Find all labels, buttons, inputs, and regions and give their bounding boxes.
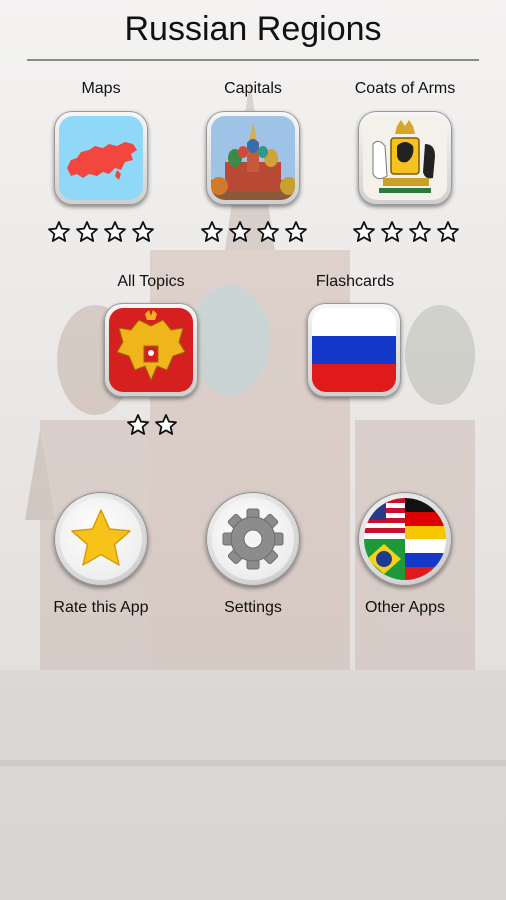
star-outline-icon (76, 221, 98, 242)
star-outline-icon (201, 221, 223, 242)
capitals-label: Capitals (224, 80, 282, 97)
star-outline-icon (229, 221, 251, 242)
star-icon (60, 498, 142, 580)
star-outline-icon (48, 221, 70, 242)
other-apps-button[interactable] (358, 492, 452, 586)
capitals-button[interactable] (206, 111, 300, 205)
star-outline-icon (353, 221, 375, 242)
star-outline-icon (132, 221, 154, 242)
all-topics-stars (126, 413, 178, 437)
flashcards-label: Flashcards (315, 273, 395, 290)
star-outline-icon (127, 414, 149, 435)
flashcards-button[interactable] (307, 303, 401, 397)
russian-flag-icon (312, 308, 396, 392)
maps-button[interactable] (54, 111, 148, 205)
maps-label: Maps (81, 80, 121, 97)
star-outline-icon (155, 414, 177, 435)
title-divider (27, 59, 479, 61)
rate-app-button[interactable] (54, 492, 148, 586)
gear-icon (212, 498, 294, 580)
star-outline-icon (381, 221, 403, 242)
star-outline-icon (285, 221, 307, 242)
star-outline-icon (409, 221, 431, 242)
all-topics-button[interactable] (104, 303, 198, 397)
st-basils-cathedral-icon (211, 116, 295, 200)
coats-of-arms-button[interactable] (358, 111, 452, 205)
coats-of-arms-stars (352, 220, 460, 244)
russian-coat-of-arms-icon (109, 308, 193, 392)
settings-label: Settings (224, 599, 282, 616)
flags-icon (364, 498, 446, 580)
star-outline-icon (257, 221, 279, 242)
capitals-stars (200, 220, 308, 244)
yaroslavl-coat-of-arms-icon (363, 116, 447, 200)
all-topics-label: All Topics (117, 273, 185, 290)
coats-of-arms-label: Coats of Arms (354, 80, 456, 97)
settings-button[interactable] (206, 492, 300, 586)
maps-stars (47, 220, 155, 244)
russia-map-icon (59, 116, 143, 200)
star-outline-icon (437, 221, 459, 242)
star-outline-icon (104, 221, 126, 242)
app-title: Russian Regions (124, 10, 382, 48)
other-apps-label: Other Apps (364, 599, 446, 616)
rate-app-label: Rate this App (53, 599, 149, 616)
